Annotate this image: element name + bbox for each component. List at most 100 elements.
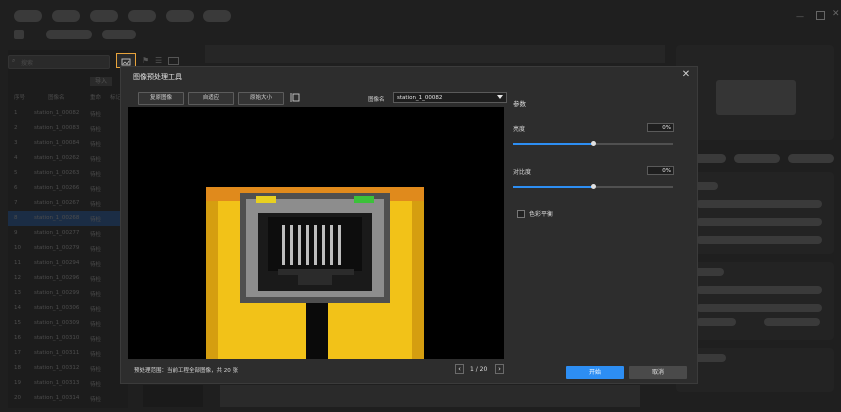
list-item[interactable]: 5 station_1_00263 待检 <box>8 166 128 181</box>
tag-icon[interactable]: ⚑ <box>142 56 149 65</box>
right-section <box>676 172 834 254</box>
list-cell-tag: 待检 <box>90 337 102 343</box>
list-item[interactable]: 10 station_1_00279 待检 <box>8 241 128 256</box>
list-cell-name: station_1_00266 <box>34 185 80 191</box>
menu-pill <box>14 30 24 39</box>
list-item[interactable]: 8 station_1_00268 待检 <box>8 211 128 226</box>
list-cell-tag: 待检 <box>90 382 102 388</box>
import-button[interactable]: 导入 <box>90 77 112 86</box>
list-cell-index: 11 <box>14 260 21 266</box>
brightness-input[interactable]: 0% <box>647 123 674 132</box>
list-cell-tag: 待检 <box>90 187 102 193</box>
list-cell-index: 16 <box>14 335 21 341</box>
preprocess-dialog: 图像预处理工具 ✕ 复原图像 自适应 原始大小 图像名 station_1_00… <box>120 66 698 384</box>
connector-image <box>128 107 504 359</box>
search-input[interactable]: ⌕ 搜索 <box>8 55 110 69</box>
color-balance-label: 色彩平衡 <box>529 211 554 218</box>
list-cell-index: 12 <box>14 275 21 281</box>
slider-fill <box>513 143 593 145</box>
column-header: 重命 <box>90 95 102 101</box>
list-item[interactable]: 4 station_1_00262 待检 <box>8 151 128 166</box>
list-cell-tag: 待检 <box>90 247 102 253</box>
list-item[interactable]: 3 station_1_00084 待检 <box>8 136 128 151</box>
original-size-button[interactable]: 原始大小 <box>238 92 284 105</box>
prev-page-button[interactable]: ‹ <box>455 364 464 374</box>
list-cell-name: station_1_00313 <box>34 380 80 386</box>
slider-handle[interactable] <box>590 184 596 189</box>
list-item[interactable]: 11 station_1_00294 待检 <box>8 256 128 271</box>
top-pill <box>90 10 118 22</box>
list-cell-tag: 待检 <box>90 127 102 133</box>
list-cell-tag: 待检 <box>90 262 102 268</box>
page-indicator: 1 / 20 <box>470 366 488 373</box>
next-page-button[interactable]: › <box>495 364 504 374</box>
list-cell-tag: 待检 <box>90 157 102 163</box>
list-item[interactable]: 2 station_1_00083 待检 <box>8 121 128 136</box>
contrast-input[interactable]: 0% <box>647 166 674 175</box>
cancel-button[interactable]: 取消 <box>629 366 687 379</box>
image-list: 1 station_1_00082 待检 2 station_1_00083 待检 3 sta… <box>8 106 128 406</box>
close-app-icon[interactable]: ✕ <box>832 9 840 19</box>
list-item[interactable]: 15 station_1_00309 待检 <box>8 316 128 331</box>
list-item[interactable]: 18 station_1_00312 待检 <box>8 361 128 376</box>
search-icon: ⌕ <box>12 57 16 64</box>
list-cell-name: station_1_00306 <box>34 305 80 311</box>
slider-fill <box>513 186 593 188</box>
list-item[interactable]: 1 station_1_00082 待检 <box>8 106 128 121</box>
list-item[interactable]: 9 station_1_00277 待检 <box>8 226 128 241</box>
list-item[interactable]: 12 station_1_00296 待检 <box>8 271 128 286</box>
close-dialog-icon[interactable]: ✕ <box>681 70 691 80</box>
list-item[interactable]: 16 station_1_00310 待检 <box>8 331 128 346</box>
list-item[interactable]: 14 station_1_00306 待检 <box>8 301 128 316</box>
right-pill <box>694 154 726 163</box>
list-cell-index: 3 <box>14 140 18 146</box>
list-cell-name: station_1_00263 <box>34 170 80 176</box>
image-name-select[interactable]: station_1_00082 <box>393 92 507 103</box>
preview-panel <box>676 45 834 140</box>
minimize-icon[interactable]: — <box>796 12 804 21</box>
right-pill <box>696 286 822 294</box>
list-item[interactable]: 19 station_1_00313 待检 <box>8 376 128 391</box>
list-item[interactable]: 13 station_1_00299 待检 <box>8 286 128 301</box>
list-cell-name: station_1_00268 <box>34 215 80 221</box>
right-pill <box>696 304 822 312</box>
maximize-icon[interactable] <box>816 11 825 20</box>
list-cell-index: 15 <box>14 320 21 326</box>
color-balance-checkbox[interactable] <box>517 210 525 218</box>
list-cell-index: 18 <box>14 365 21 371</box>
start-button[interactable]: 开始 <box>566 366 624 379</box>
top-pill <box>52 10 80 22</box>
contrast-slider[interactable] <box>513 184 673 189</box>
gallery-icon[interactable] <box>168 57 179 65</box>
list-cell-name: station_1_00299 <box>34 290 80 296</box>
list-cell-name: station_1_00279 <box>34 245 80 251</box>
list-item[interactable]: 7 station_1_00267 待检 <box>8 196 128 211</box>
bottom-bar: 预处理范围：当前工程全部图像，共 20 张 ‹ 1 / 20 › <box>128 361 504 379</box>
list-cell-index: 10 <box>14 245 21 251</box>
params-title: 参数 <box>513 100 526 108</box>
list-cell-index: 20 <box>14 395 21 401</box>
fit-window-button[interactable]: 自适应 <box>188 92 234 105</box>
list-cell-index: 9 <box>14 230 18 236</box>
chevron-down-icon <box>497 95 503 99</box>
image-name-label: 图像名 <box>368 97 385 103</box>
brightness-slider[interactable] <box>513 141 673 146</box>
list-cell-tag: 待检 <box>90 142 102 148</box>
compare-icon[interactable] <box>290 93 300 102</box>
list-icon[interactable]: ☰ <box>155 56 162 65</box>
right-pill <box>696 318 736 326</box>
image-viewer[interactable] <box>128 107 504 359</box>
list-item[interactable]: 6 station_1_00266 待检 <box>8 181 128 196</box>
slider-handle[interactable] <box>590 141 596 146</box>
image-toolbar: 复原图像 自适应 原始大小 图像名 station_1_00082 <box>128 89 507 105</box>
list-item[interactable]: 20 station_1_00314 待检 <box>8 391 128 406</box>
list-cell-index: 17 <box>14 350 21 356</box>
restore-image-button[interactable]: 复原图像 <box>138 92 184 105</box>
list-cell-index: 1 <box>14 110 18 116</box>
image-name-value: station_1_00082 <box>397 95 443 101</box>
list-cell-tag: 待检 <box>90 172 102 178</box>
list-cell-tag: 待检 <box>90 367 102 373</box>
list-cell-tag: 待检 <box>90 322 102 328</box>
right-pill <box>788 154 834 163</box>
list-item[interactable]: 17 station_1_00311 待检 <box>8 346 128 361</box>
